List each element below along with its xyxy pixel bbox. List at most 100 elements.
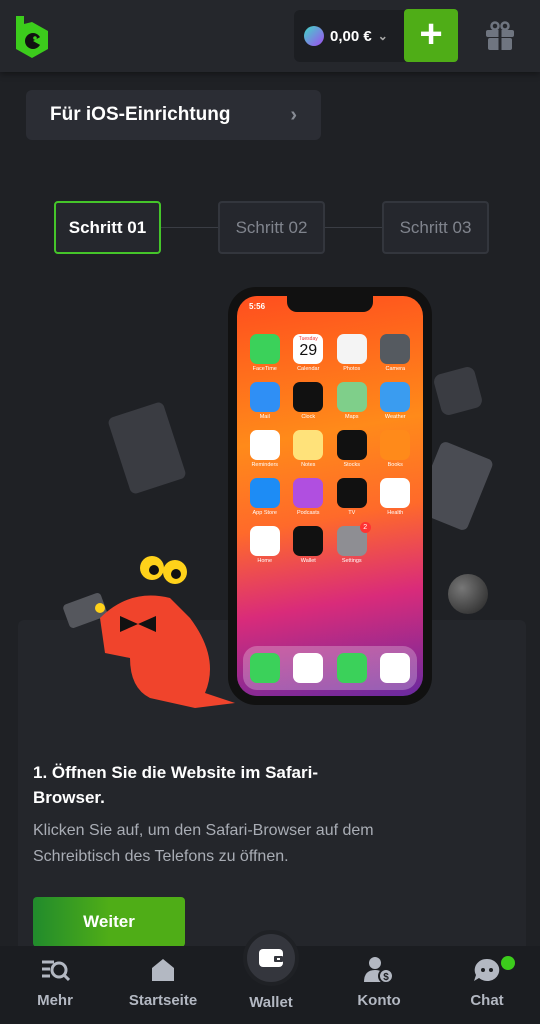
calendar-date: 29 — [299, 342, 318, 359]
dock-app-icon — [336, 653, 367, 683]
nav-label: Wallet — [249, 994, 293, 1011]
app-icon: Books — [374, 430, 418, 468]
chat-icon — [472, 956, 502, 984]
app-icon: Notes — [287, 430, 331, 468]
ios-setup-label: Für iOS-Einrichtung — [50, 104, 231, 125]
app-icon-image — [336, 430, 367, 460]
app-label: Reminders — [251, 462, 279, 468]
home-icon — [148, 956, 178, 984]
wallet-icon — [259, 949, 283, 967]
phone-dock — [243, 646, 417, 690]
chevron-right-icon: › — [290, 103, 297, 126]
menu-search-icon — [40, 956, 70, 984]
app-label: Weather — [384, 414, 406, 420]
nav-chat[interactable]: Chat — [442, 956, 532, 1009]
nav-startseite[interactable]: Startseite — [118, 956, 208, 1009]
app-icon-image: 2 — [336, 522, 371, 556]
app-label: Notes — [301, 462, 316, 468]
app-icon: Tuesday 29 Calendar — [287, 334, 331, 372]
app-icon-image — [293, 430, 324, 460]
mascot-crocodile-illustration — [63, 556, 235, 708]
chevron-down-icon: ⌄ — [377, 29, 388, 43]
dock-app-icon — [380, 653, 411, 683]
ball-illustration — [448, 574, 488, 614]
app-icon-image — [249, 478, 280, 508]
app-icon-image — [380, 334, 411, 364]
gift-icon[interactable] — [484, 20, 516, 52]
step-1[interactable]: Schritt 01 — [54, 201, 161, 254]
app-label: Clock — [301, 414, 316, 420]
nav-label: Chat — [470, 992, 504, 1009]
playing-card-illustration — [107, 400, 187, 496]
app-icon-image — [249, 526, 280, 556]
app-icon-image — [380, 382, 411, 412]
ios-setup-selector[interactable]: Für iOS-Einrichtung › — [26, 90, 321, 140]
wallet-fab[interactable] — [243, 930, 299, 986]
step-connector — [160, 227, 218, 228]
app-icon-image — [249, 334, 280, 364]
app-icon: TV — [330, 478, 374, 516]
app-label: FaceTime — [252, 366, 277, 372]
app-label: Books — [387, 462, 403, 468]
step-connector — [325, 227, 382, 228]
step-2[interactable]: Schritt 02 — [218, 201, 325, 254]
app-label: App Store — [252, 510, 277, 516]
app-label: Calendar — [297, 366, 320, 372]
solana-coin-icon — [304, 26, 324, 46]
app-icon: FaceTime — [243, 334, 287, 372]
app-icon-image — [336, 478, 367, 508]
app-icon-image — [293, 478, 324, 508]
settings-badge: 2 — [359, 522, 371, 533]
app-icon: Stocks — [330, 430, 374, 468]
app-label: Podcasts — [296, 510, 320, 516]
app-icon: Podcasts — [287, 478, 331, 516]
app-label: Settings — [341, 558, 362, 564]
app-label: Home — [257, 558, 273, 564]
app-label: TV — [348, 510, 356, 516]
app-icon: Home — [243, 526, 287, 564]
phone-notch — [287, 296, 373, 312]
header — [0, 0, 540, 72]
app-icon: Clock — [287, 382, 331, 420]
logo[interactable] — [14, 14, 50, 58]
dice-illustration — [432, 365, 484, 417]
app-label: Wallet — [300, 558, 316, 564]
app-icon: Reminders — [243, 430, 287, 468]
app-icon: Wallet — [287, 526, 331, 564]
deposit-button[interactable]: + — [404, 9, 458, 62]
continue-button[interactable]: Weiter — [33, 897, 185, 947]
nav-konto[interactable]: $ Konto — [334, 956, 424, 1009]
chat-notification-badge — [501, 956, 515, 970]
app-icon-image — [293, 526, 324, 556]
nav-wallet[interactable]: Wallet — [226, 994, 316, 1011]
dock-app-icon — [249, 653, 280, 683]
app-icon: App Store — [243, 478, 287, 516]
instruction-description: Klicken Sie auf, um den Safari-Browser a… — [33, 822, 374, 865]
app-icon: Mail — [243, 382, 287, 420]
app-icon-image — [293, 382, 324, 412]
nav-label: Mehr — [37, 992, 73, 1009]
nav-label: Konto — [357, 992, 401, 1009]
app-icon-image: Tuesday 29 — [293, 334, 324, 364]
app-icon-image — [380, 478, 411, 508]
app-icon-image — [336, 334, 367, 364]
dock-app-icon — [293, 653, 324, 683]
app-label: Maps — [345, 414, 359, 420]
nav-label: Startseite — [128, 992, 198, 1009]
instruction-title: 1. Öffnen Sie die Website im Safari-Brow… — [33, 763, 318, 807]
app-label: Camera — [385, 366, 406, 372]
balance-selector[interactable]: 0,00 € ⌄ — [294, 10, 406, 62]
nav-mehr[interactable]: Mehr — [10, 956, 100, 1009]
step-3[interactable]: Schritt 03 — [382, 201, 489, 254]
app-label: Mail — [259, 414, 270, 420]
app-icon-image — [336, 382, 367, 412]
app-label: Stocks — [343, 462, 360, 468]
app-icon: Maps — [330, 382, 374, 420]
app-icon-image — [249, 430, 280, 460]
svg-text:$: $ — [383, 972, 389, 983]
app-label: Health — [387, 510, 404, 516]
app-icon: 2 Settings — [330, 522, 374, 564]
phone-illustration: 5:56 FaceTime Tuesday 29 Calendar Photos Came… — [228, 287, 432, 705]
app-label: Photos — [343, 366, 361, 372]
app-icon-image — [380, 430, 411, 460]
